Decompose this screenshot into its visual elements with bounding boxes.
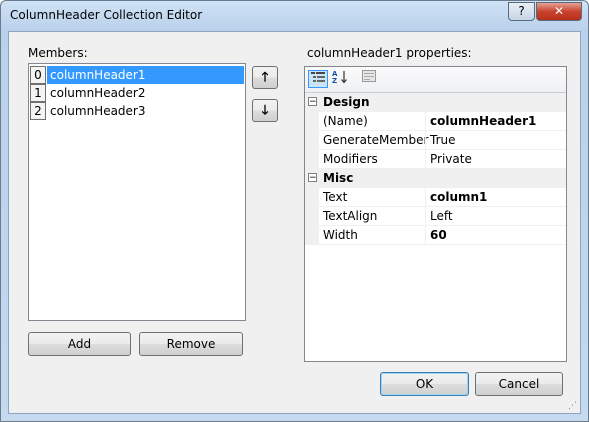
svg-text:Z: Z: [332, 77, 337, 84]
collapse-icon[interactable]: −: [308, 97, 317, 107]
property-value[interactable]: columnHeader1: [430, 114, 536, 128]
property-value[interactable]: True: [430, 133, 456, 147]
category-design[interactable]: − Design: [305, 93, 566, 112]
property-row-modifiers[interactable]: Modifiers Private: [305, 150, 566, 169]
column-divider: [425, 112, 426, 131]
list-item[interactable]: 2 columnHeader3: [30, 102, 244, 120]
property-pages-icon[interactable]: [359, 70, 379, 88]
column-divider: [425, 150, 426, 169]
property-name: Width: [323, 228, 358, 242]
add-button[interactable]: Add: [28, 332, 131, 356]
help-button[interactable]: ?: [508, 2, 535, 21]
column-divider: [425, 188, 426, 207]
editor-window: ColumnHeader Collection Editor ? ✕ Membe…: [0, 0, 589, 422]
list-item-label: columnHeader3: [50, 104, 146, 118]
ok-button[interactable]: OK: [380, 372, 469, 396]
property-name: (Name): [323, 114, 368, 128]
property-row-name[interactable]: (Name) columnHeader1: [305, 112, 566, 131]
collapse-icon[interactable]: −: [308, 173, 317, 183]
window-title: ColumnHeader Collection Editor: [10, 8, 203, 22]
row-gutter: [305, 150, 319, 169]
property-row-textalign[interactable]: TextAlign Left: [305, 207, 566, 226]
list-item-index: 0: [30, 66, 46, 84]
members-label: Members:: [28, 46, 88, 60]
move-down-button[interactable]: 🡓: [252, 99, 278, 122]
move-up-button[interactable]: 🡑: [252, 66, 278, 89]
category-label: Design: [323, 95, 370, 109]
property-value[interactable]: Private: [430, 152, 472, 166]
dialog-client-area: Members: 0 columnHeader1 1 columnHeader2…: [8, 31, 581, 414]
list-item-index: 1: [30, 84, 46, 102]
property-value[interactable]: 60: [430, 228, 447, 242]
property-name: Modifiers: [323, 152, 378, 166]
property-value[interactable]: Left: [430, 209, 453, 223]
column-divider: [425, 226, 426, 245]
list-item-index: 2: [30, 102, 46, 120]
property-value[interactable]: column1: [430, 190, 487, 204]
title-bar[interactable]: ColumnHeader Collection Editor ? ✕: [1, 1, 588, 31]
members-listbox[interactable]: 0 columnHeader1 1 columnHeader2 2 column…: [28, 63, 246, 321]
list-item[interactable]: 0 columnHeader1: [30, 66, 244, 84]
property-grid-toolbar: AZ: [305, 67, 566, 93]
properties-label: columnHeader1 properties:: [307, 46, 472, 60]
list-item-label: columnHeader2: [50, 86, 146, 100]
column-divider: [425, 207, 426, 226]
remove-button[interactable]: Remove: [139, 332, 243, 356]
property-name: GenerateMember: [323, 133, 429, 147]
row-gutter: [305, 188, 319, 207]
category-misc[interactable]: − Misc: [305, 169, 566, 188]
row-gutter: [305, 226, 319, 245]
row-gutter: [305, 207, 319, 226]
arrow-down-icon: 🡓: [261, 103, 269, 118]
list-item-label: columnHeader1: [47, 66, 244, 84]
categorized-icon[interactable]: [308, 70, 328, 88]
property-row-generatemember[interactable]: GenerateMember True: [305, 131, 566, 150]
property-grid[interactable]: AZ − Design (Name) columnHeader1 Generat…: [304, 66, 567, 362]
resize-grip-icon[interactable]: ⋰: [568, 401, 578, 411]
arrow-up-icon: 🡑: [261, 70, 269, 85]
category-label: Misc: [323, 171, 354, 185]
column-divider: [425, 131, 426, 150]
property-row-text[interactable]: Text column1: [305, 188, 566, 207]
property-row-width[interactable]: Width 60: [305, 226, 566, 245]
property-name: TextAlign: [323, 209, 378, 223]
row-gutter: [305, 112, 319, 131]
property-name: Text: [323, 190, 348, 204]
row-gutter: [305, 131, 319, 150]
cancel-button[interactable]: Cancel: [475, 372, 563, 396]
close-button[interactable]: ✕: [536, 2, 582, 21]
alphabetical-icon[interactable]: AZ: [330, 70, 350, 88]
list-item[interactable]: 1 columnHeader2: [30, 84, 244, 102]
